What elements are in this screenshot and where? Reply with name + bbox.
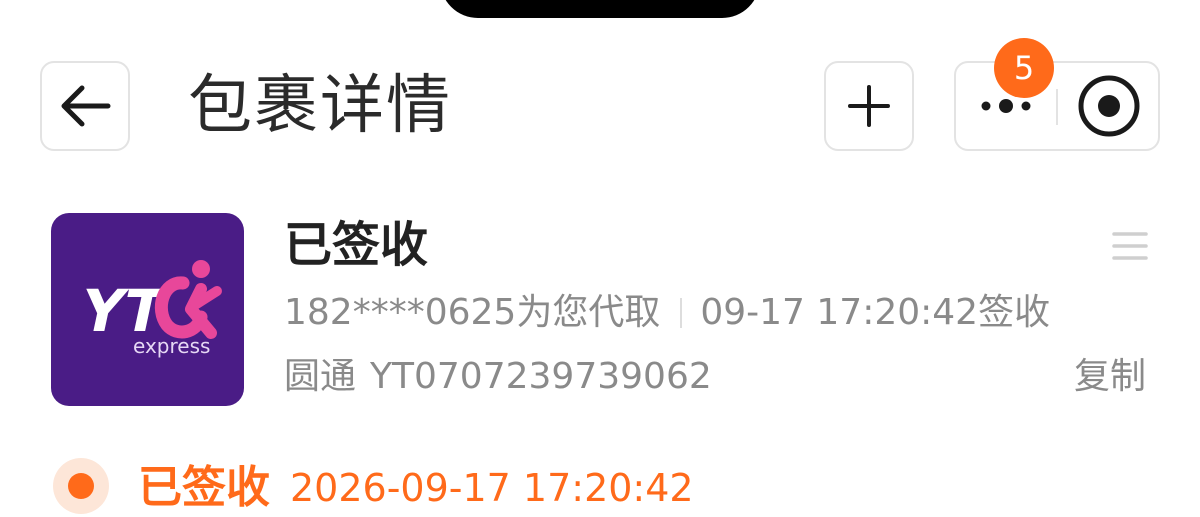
- pickup-note: 182****0625为您代取: [284, 292, 661, 333]
- back-button[interactable]: [40, 61, 130, 151]
- tracking-number: YT0707239739062: [370, 356, 712, 397]
- copy-tracking-button[interactable]: 复制: [1074, 354, 1146, 400]
- miniprogram-capsule: [954, 61, 1160, 151]
- plus-icon: [848, 85, 890, 127]
- timeline-time: 2026-09-17 17:20:42: [290, 466, 694, 510]
- signed-time: 09-17 17:20:42签收: [700, 292, 1051, 333]
- close-miniprogram-button[interactable]: [1060, 63, 1158, 149]
- info-divider: [680, 298, 683, 328]
- timeline-dot: [53, 458, 109, 514]
- page-title: 包裹详情: [188, 69, 452, 143]
- notification-badge: 5: [994, 38, 1054, 98]
- list-menu-icon[interactable]: [1112, 230, 1148, 262]
- logo-sub-text: express: [133, 334, 210, 358]
- parcel-status: 已签收: [284, 217, 429, 273]
- carrier-name: 圆通: [284, 356, 357, 397]
- device-notch: [440, 0, 760, 18]
- yto-express-logo: YT express: [51, 213, 244, 406]
- timeline-status: 已签收: [138, 462, 270, 513]
- pickup-info: 182****0625为您代取 09-17 17:20:42签收: [284, 290, 1050, 336]
- arrow-left-icon: [61, 85, 111, 127]
- carrier-info: 圆通 YT0707239739062: [284, 354, 712, 400]
- more-dots-icon: [981, 99, 1031, 113]
- add-button[interactable]: [824, 61, 914, 151]
- target-icon: [1078, 75, 1140, 137]
- capsule-divider: [1056, 89, 1058, 125]
